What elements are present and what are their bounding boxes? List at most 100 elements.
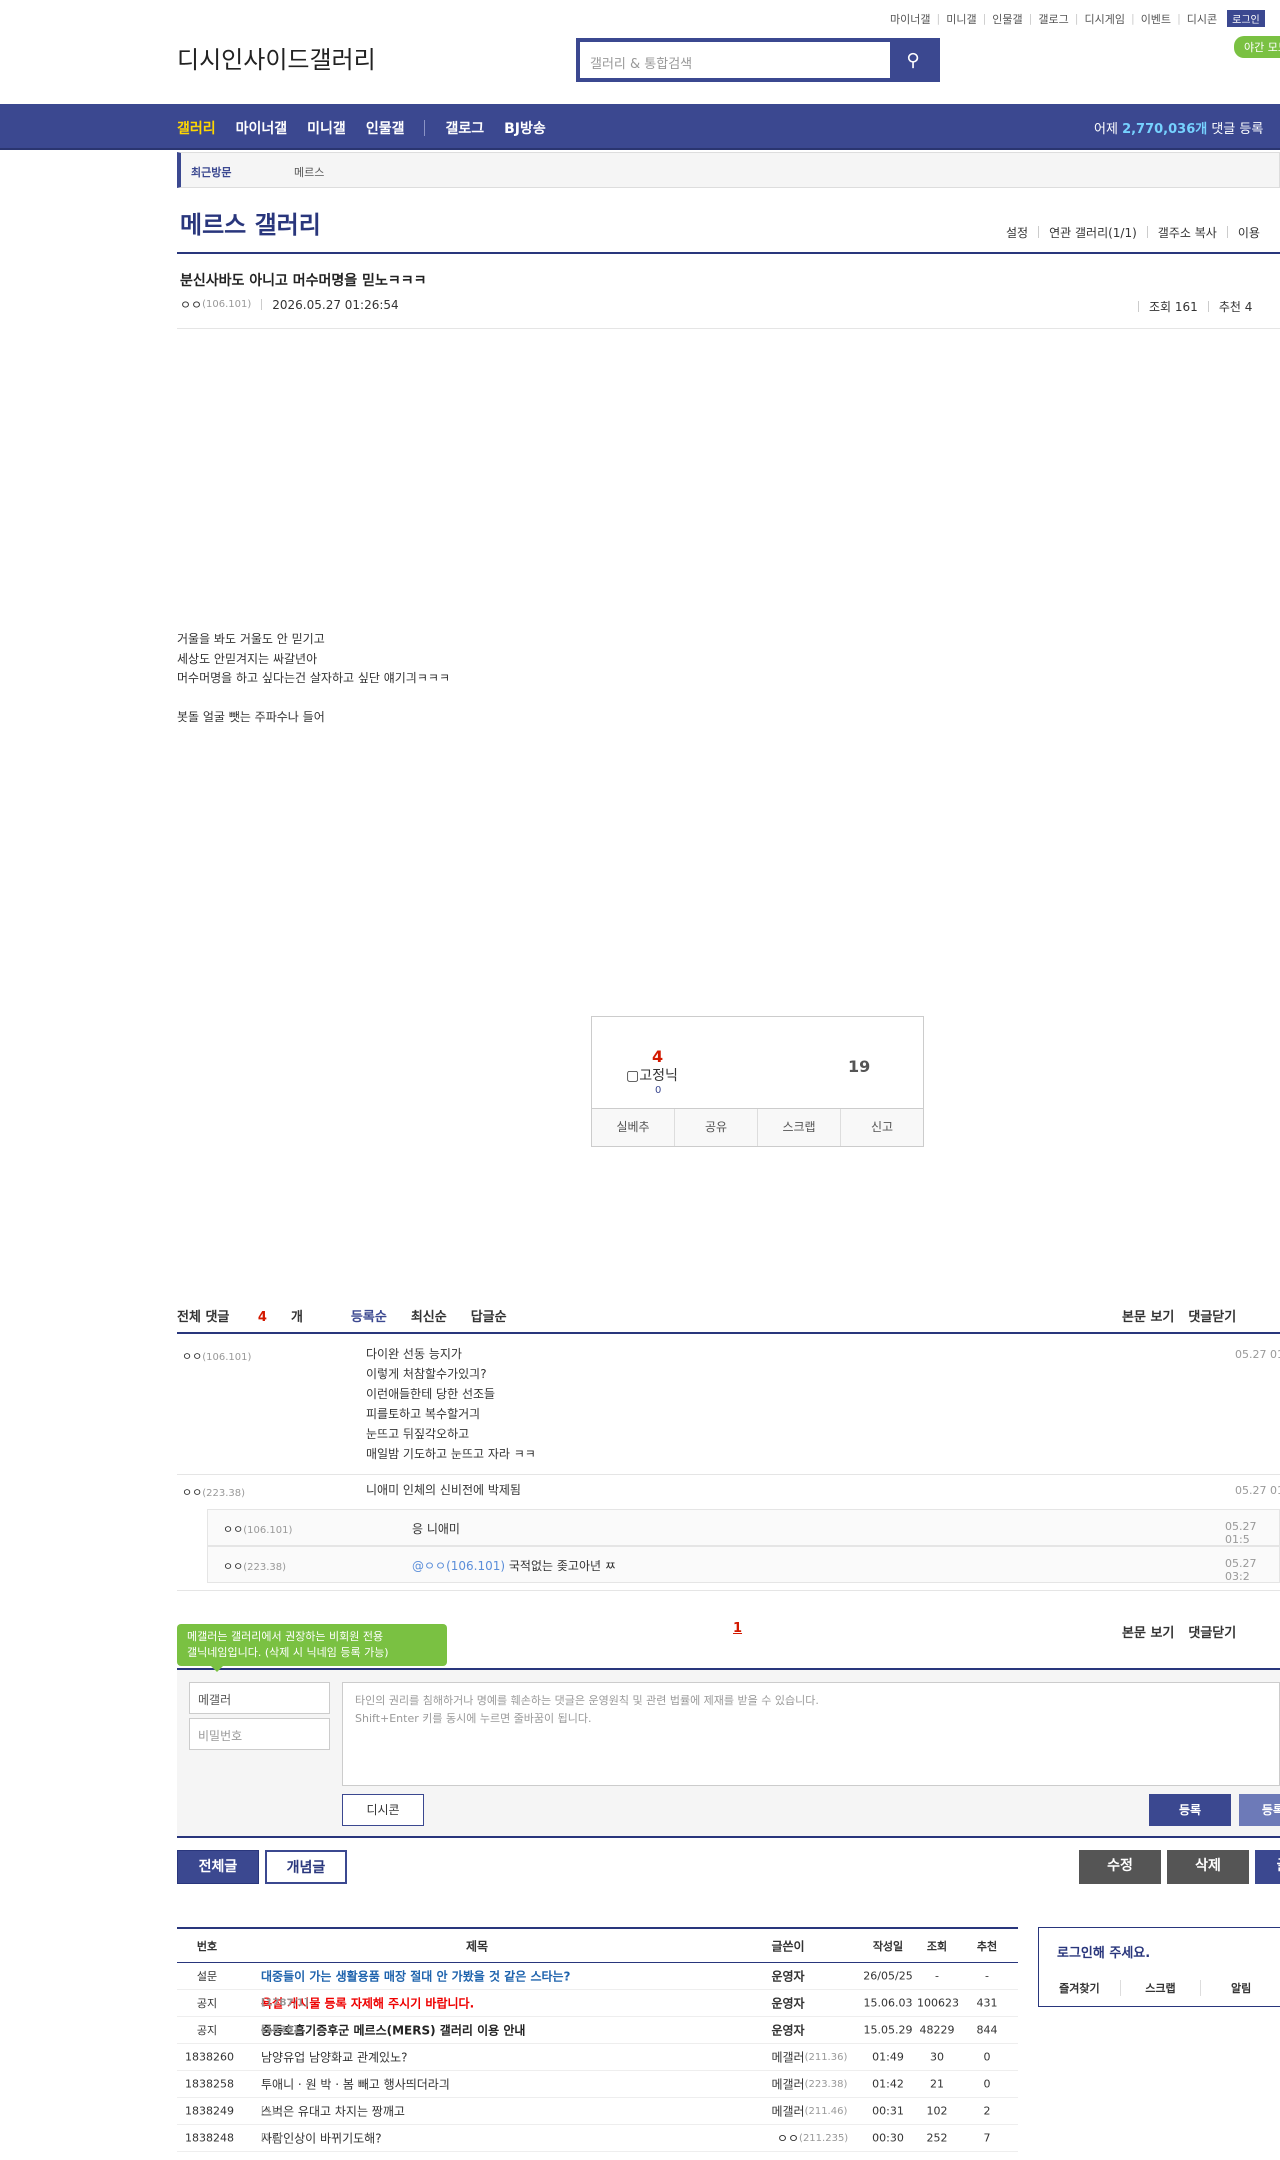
comment-page-1[interactable]: 1 [733, 1621, 742, 1636]
util-item-dccon[interactable]: 디시콘 [1187, 11, 1217, 27]
view-post-button[interactable]: 본문 보기 [1122, 1622, 1174, 1641]
util-item-person[interactable]: 인물갤 [992, 11, 1022, 27]
login-prompt[interactable]: 로그인해 주세요. [1057, 1942, 1150, 1961]
favorites-link[interactable]: 즐겨찾기 [1039, 1980, 1120, 1996]
close-comments-button[interactable]: 댓글닫기 [1188, 1622, 1236, 1641]
report-button[interactable]: 신고 [840, 1109, 923, 1146]
nav-divider [424, 120, 426, 136]
recent-title: 최근방문 [191, 166, 232, 179]
table-row[interactable]: 설문 대중들이 가는 생활용품 매장 절대 안 가봤을 것 같은 스타는? 운영자… [177, 1963, 1018, 1990]
row-recommend: 431 [976, 1996, 998, 2010]
comment-textarea[interactable]: 타인의 권리를 침해하거나 명예를 훼손하는 댓글은 운영원칙 및 관련 법률에… [342, 1682, 1280, 1786]
nav-minor[interactable]: 마이너갤 [236, 118, 288, 138]
table-row[interactable]: 공지 중동호흡기증후군 메르스(MERS) 갤러리 이용 안내 [1836] 운영자… [177, 2017, 1018, 2044]
nav-person[interactable]: 인물갤 [366, 118, 405, 138]
table-row[interactable]: 1838260 남양유업 남양화교 관계있노? 메갤러 (211.36) 01:49… [177, 2044, 1018, 2071]
row-writer[interactable]: 메갤러 (211.36) [743, 2049, 847, 2066]
util-item-minor[interactable]: 마이너갤 [890, 11, 930, 27]
gallery-title[interactable]: 메르스 갤러리 [180, 205, 321, 240]
row-writer[interactable]: 메갤러 (223.38) [743, 2076, 847, 2093]
util-item-gallog[interactable]: 갤로그 [1038, 11, 1068, 27]
login-button[interactable]: 로그인 [1227, 10, 1265, 27]
view-post-button[interactable]: 본문 보기 [1122, 1306, 1174, 1325]
reply-author[interactable]: ㅇㅇ(223.38) [223, 1558, 286, 1574]
edit-button[interactable]: 수정 [1079, 1850, 1161, 1884]
password-field[interactable]: 비밀번호 [189, 1718, 330, 1750]
share-button[interactable]: 공유 [674, 1109, 757, 1146]
notification-link[interactable]: 알림 [1200, 1980, 1280, 1996]
table-row[interactable]: 1838249 스벅은 유대고 차지는 짱깨고 [4] 메갤러 (211.46) 00… [177, 2098, 1018, 2125]
row-writer[interactable]: 운영자 [743, 1968, 833, 1985]
logo-text: 디시인사이드갤러리 [177, 46, 376, 74]
sort-by-replies[interactable]: 답글순 [471, 1306, 507, 1325]
reply-author[interactable]: ㅇㅇ(106.101) [223, 1521, 292, 1537]
gallery-usage[interactable]: 이용 [1238, 224, 1260, 241]
post-author[interactable]: ㅇㅇ [180, 296, 202, 313]
close-comments-button[interactable]: 댓글닫기 [1188, 1306, 1236, 1325]
post-body: 거울을 봐도 거울도 안 믿기고 세상도 안믿겨지는 싸갈년아 머수머명을 하고… [177, 632, 450, 724]
row-writer[interactable]: 메갤러 (211.46) [743, 2103, 847, 2120]
table-row[interactable]: 1838248 사람인상이 바뀌기도해? [13] ㅇㅇ (211.235) 00:3… [177, 2125, 1018, 2152]
row-date: 15.06.03 [863, 1996, 913, 2010]
scrap-button[interactable]: 스크랩 [757, 1109, 840, 1146]
gallery-settings[interactable]: 설정 [1006, 224, 1028, 241]
nav-bj[interactable]: BJ방송 [504, 118, 546, 138]
nav-gallery[interactable]: 갤러리 [177, 118, 216, 138]
recent-visits: 최근방문 메르스 [177, 152, 1280, 188]
comment-author[interactable]: ㅇㅇ(106.101) [182, 1348, 251, 1364]
sort-by-registration[interactable]: 등록순 [351, 1306, 387, 1325]
fixed-nick-image: ▢고정닉 [626, 1068, 678, 1084]
row-writer[interactable]: 운영자 [743, 2022, 833, 2039]
global-nav: 갤러리 마이너갤 미니갤 인물갤 갤로그 BJ방송 어제 2,770,036개 … [0, 104, 1280, 150]
search-box: 갤러리 & 통합검색 ⚲ [576, 38, 940, 82]
row-views: 21 [930, 2077, 944, 2091]
post-action-bar: 전체글 개념글 수정 삭제 글쓰기 [177, 1850, 1280, 1884]
row-views: 252 [926, 2131, 948, 2145]
post-stats: 조회 161 추천 4 [1128, 298, 1252, 315]
nav-gallog[interactable]: 갤로그 [445, 118, 484, 138]
best-recommend-button[interactable]: 실베추 [592, 1109, 674, 1146]
delete-button[interactable]: 삭제 [1167, 1850, 1249, 1884]
write-button[interactable]: 글쓰기 [1255, 1850, 1280, 1884]
comment-submit-recommend-button[interactable]: 등록+추천 [1239, 1794, 1280, 1826]
table-row[interactable]: 공지 욕설 게시물 등록 자제해 주시기 바랍니다. [1787/1] 운영자 15… [177, 1990, 1018, 2017]
comment-count-banner: 어제 2,770,036개 댓글 등록 [1094, 122, 1264, 137]
post-title: 분신사바도 아니고 머수머명을 믿노ㅋㅋㅋ [180, 273, 427, 289]
search-input[interactable]: 갤러리 & 통합검색 [580, 42, 890, 78]
recent-gallery-link[interactable]: 메르스 [294, 164, 324, 180]
util-item-game[interactable]: 디시게임 [1084, 11, 1124, 27]
upvote-count[interactable]: 4 [652, 1047, 663, 1066]
post-header-divider [177, 328, 1280, 329]
site-logo[interactable]: 디시인사이드갤러리 [177, 40, 376, 75]
row-date: 00:31 [872, 2104, 904, 2118]
row-comment-count: [1787/1] [261, 1997, 309, 2009]
night-mode-toggle[interactable]: 야간 모드 [1234, 36, 1280, 58]
comment-author[interactable]: ㅇㅇ(223.38) [182, 1484, 245, 1500]
row-writer[interactable]: ㅇㅇ (211.235) [743, 2130, 848, 2147]
row-views: - [935, 1969, 939, 1983]
search-icon: ⚲ [906, 49, 920, 71]
nav-mini[interactable]: 미니갤 [307, 118, 346, 138]
sort-by-latest[interactable]: 최신순 [411, 1306, 447, 1325]
comment-submit-button[interactable]: 등록 [1149, 1794, 1231, 1826]
row-number: 1838260 [185, 2050, 234, 2064]
downvote-count[interactable]: 19 [848, 1057, 870, 1076]
nickname-field[interactable]: 메갤러 [189, 1682, 330, 1714]
row-writer[interactable]: 운영자 [743, 1995, 833, 2012]
comment-top-divider [177, 1332, 1280, 1334]
gallery-menu: 설정 연관 갤러리(1/1) 갤주소 복사 이용 [1006, 224, 1260, 241]
util-item-event[interactable]: 이벤트 [1141, 11, 1171, 27]
copy-gallery-url[interactable]: 갤주소 복사 [1158, 224, 1217, 241]
dccon-button[interactable]: 디시콘 [342, 1794, 424, 1826]
concept-posts-button[interactable]: 개념글 [265, 1850, 347, 1884]
search-button[interactable]: ⚲ [890, 42, 936, 78]
comment-date: 05.27 01 [1235, 1348, 1280, 1361]
table-row[interactable]: 1838258 투애니 · 원 박 · 봄 빼고 행사띄더라긔 메갤러 (223.… [177, 2071, 1018, 2098]
util-item-mini[interactable]: 미니갤 [946, 11, 976, 27]
all-posts-button[interactable]: 전체글 [177, 1850, 259, 1884]
comment-text: 다이완 선동 능지가 이렇게 처참할수가있긔? 이런애들한테 당한 선조들 피를… [366, 1347, 536, 1461]
row-date: 01:42 [872, 2077, 904, 2091]
col-views: 조회 [926, 1939, 948, 1953]
related-galleries[interactable]: 연관 갤러리(1/1) [1049, 224, 1137, 241]
scrap-link[interactable]: 스크랩 [1119, 1980, 1201, 1996]
